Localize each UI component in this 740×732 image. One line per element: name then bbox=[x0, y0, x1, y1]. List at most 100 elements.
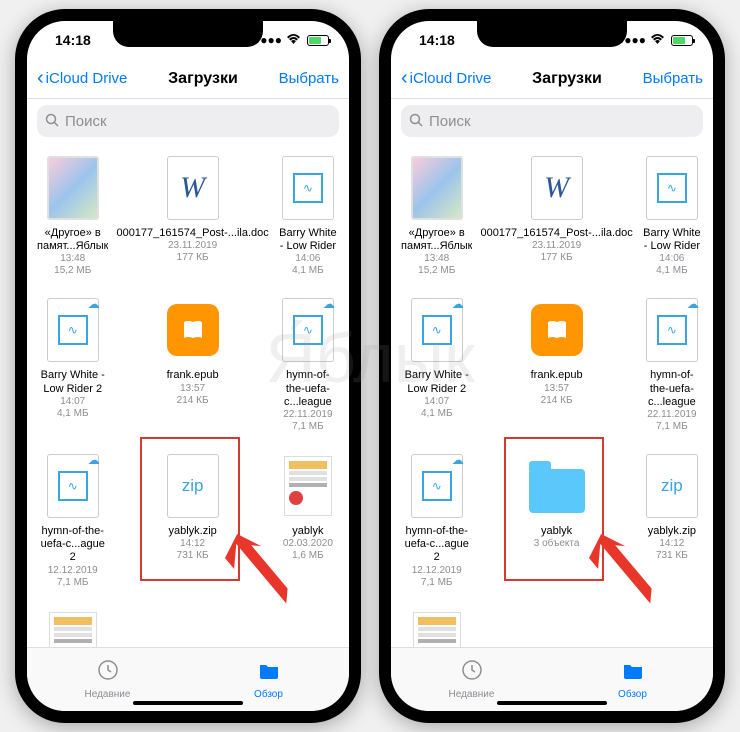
file-meta: 13:4815,2 МБ bbox=[54, 253, 91, 277]
file-item[interactable]: ∿☁︎hymn-of-the-uefa-c...ague 212.12.2019… bbox=[35, 445, 110, 595]
file-name: hymn-of-the-uefa-c...ague 2 bbox=[401, 525, 472, 565]
cloud-download-icon: ☁︎ bbox=[452, 297, 464, 311]
tab-recent-label: Недавние bbox=[449, 689, 495, 700]
file-item[interactable] bbox=[399, 601, 474, 648]
book-icon bbox=[531, 304, 583, 356]
back-button[interactable]: ‹ iCloud Drive bbox=[37, 67, 127, 90]
back-button[interactable]: ‹ iCloud Drive bbox=[401, 67, 491, 90]
tab-browse-label: Обзор bbox=[254, 689, 283, 700]
file-meta: 14:12731 КБ bbox=[656, 538, 688, 562]
back-label: iCloud Drive bbox=[410, 70, 492, 87]
zip-file-icon: zip bbox=[167, 454, 219, 518]
file-name: «Другое» в памят...Яблык bbox=[401, 227, 472, 253]
file-item[interactable]: ∿☁︎ hymn-of-the-uefa-c...league22.11.2019… bbox=[639, 289, 705, 439]
file-item[interactable]: ∿☁︎hymn-of-the-uefa-c...league22.11.2019… bbox=[275, 289, 341, 439]
file-meta: 12.12.20197,1 МБ bbox=[412, 565, 462, 589]
file-meta: 02.03.20201,6 МБ bbox=[283, 538, 333, 562]
image-thumb-icon bbox=[47, 156, 99, 220]
file-item[interactable]: frank.epub13:57214 КБ bbox=[478, 289, 634, 439]
status-time: 14:18 bbox=[419, 32, 455, 48]
file-item[interactable]: yablyk02.03.20201,6 МБ bbox=[275, 445, 341, 595]
file-meta: 12.12.20197,1 МБ bbox=[48, 565, 98, 589]
wifi-icon bbox=[650, 33, 665, 47]
file-item[interactable]: ∿Barry White - Low Rider14:064,1 МБ bbox=[275, 147, 341, 283]
wifi-icon bbox=[286, 33, 301, 47]
file-meta: 14:074,1 МБ bbox=[421, 396, 453, 420]
file-name: Barry White - Low Rider bbox=[641, 227, 703, 253]
search-input[interactable]: Поиск bbox=[401, 105, 703, 137]
search-icon bbox=[45, 113, 59, 130]
file-meta: 23.11.2019177 КБ bbox=[532, 240, 581, 264]
nav-bar: ‹ iCloud Drive Загрузки Выбрать bbox=[27, 59, 349, 99]
folder-icon bbox=[529, 469, 585, 513]
home-indicator[interactable] bbox=[133, 701, 243, 705]
clock-icon bbox=[97, 659, 119, 687]
cloud-download-icon: ☁︎ bbox=[88, 453, 100, 467]
file-meta: 23.11.2019177 КБ bbox=[168, 240, 217, 264]
file-item[interactable]: frank.epub13:57214 КБ bbox=[114, 289, 270, 439]
cloud-download-icon: ☁︎ bbox=[452, 453, 464, 467]
file-item[interactable]: ∿☁︎Barry White - Low Rider 214:074,1 МБ bbox=[399, 289, 474, 439]
cloud-download-icon: ☁︎ bbox=[323, 297, 335, 311]
file-name: yablyk.zip bbox=[641, 525, 703, 538]
battery-icon bbox=[671, 35, 693, 46]
notch bbox=[113, 21, 263, 47]
zip-file-icon: zip bbox=[646, 454, 698, 518]
file-item[interactable]: W 000177_161574_Post-...ila.doc23.11.2019… bbox=[478, 147, 634, 283]
cloud-download-icon: ☁︎ bbox=[687, 297, 699, 311]
search-placeholder: Поиск bbox=[429, 113, 471, 130]
notch bbox=[477, 21, 627, 47]
chevron-left-icon: ‹ bbox=[37, 67, 44, 90]
cloud-download-icon: ☁︎ bbox=[88, 297, 100, 311]
file-item[interactable]: zip yablyk.zip14:12731 КБ bbox=[114, 445, 270, 595]
pdf-thumb-icon bbox=[284, 456, 332, 516]
file-meta: 14:12731 КБ bbox=[177, 538, 209, 562]
word-doc-icon: W bbox=[531, 156, 583, 220]
file-item[interactable]: zip yablyk.zip14:12731 КБ bbox=[639, 445, 705, 595]
tab-browse-label: Обзор bbox=[618, 689, 647, 700]
status-indicators: ●●●● bbox=[617, 33, 693, 47]
file-name: 000177_161574_Post-...ila.doc bbox=[116, 227, 268, 240]
file-name: hymn-of-the-uefa-c...league bbox=[641, 369, 703, 409]
select-button[interactable]: Выбрать bbox=[279, 70, 339, 87]
file-meta: 14:064,1 МБ bbox=[292, 253, 324, 277]
file-name: Barry White - Low Rider 2 bbox=[37, 369, 108, 395]
tab-recent-label: Недавние bbox=[85, 689, 131, 700]
file-meta: 13:57214 КБ bbox=[177, 383, 209, 407]
file-item[interactable]: ∿ Barry White - Low Rider14:064,1 МБ bbox=[639, 147, 705, 283]
audio-file-icon: ∿☁︎ bbox=[282, 298, 334, 362]
pdf-thumb-icon bbox=[413, 612, 461, 648]
phone-right: 14:18 ●●●● ‹ iCloud Drive Загрузки Выбра… bbox=[379, 9, 725, 723]
audio-file-icon: ∿ bbox=[282, 156, 334, 220]
folder-icon bbox=[622, 659, 644, 687]
search-input[interactable]: Поиск bbox=[37, 105, 339, 137]
audio-file-icon: ∿ bbox=[646, 156, 698, 220]
file-item[interactable]: «Другое» в памят...Яблык13:4815,2 МБ bbox=[35, 147, 110, 283]
clock-icon bbox=[461, 659, 483, 687]
file-meta: 14:064,1 МБ bbox=[656, 253, 688, 277]
battery-icon bbox=[307, 35, 329, 46]
file-meta: 22.11.20197,1 МБ bbox=[283, 409, 332, 433]
file-name: 000177_161574_Post-...ila.doc bbox=[480, 227, 632, 240]
file-item[interactable]: yablyk3 объекта bbox=[478, 445, 634, 595]
chevron-left-icon: ‹ bbox=[401, 67, 408, 90]
search-placeholder: Поиск bbox=[65, 113, 107, 130]
file-item[interactable]: W 000177_161574_Post-...ila.doc23.11.2019… bbox=[114, 147, 270, 283]
file-item[interactable]: ∿☁︎Barry White - Low Rider 214:074,1 МБ bbox=[35, 289, 110, 439]
audio-file-icon: ∿☁︎ bbox=[411, 454, 463, 518]
word-doc-icon: W bbox=[167, 156, 219, 220]
file-item[interactable]: «Другое» в памят...Яблык13:4815,2 МБ bbox=[399, 147, 474, 283]
file-name: yablyk.zip bbox=[116, 525, 268, 538]
select-button[interactable]: Выбрать bbox=[643, 70, 703, 87]
home-indicator[interactable] bbox=[497, 701, 607, 705]
audio-file-icon: ∿☁︎ bbox=[646, 298, 698, 362]
audio-file-icon: ∿☁︎ bbox=[411, 298, 463, 362]
file-item[interactable] bbox=[35, 601, 110, 648]
file-name: «Другое» в памят...Яблык bbox=[37, 227, 108, 253]
folder-icon bbox=[258, 659, 280, 687]
file-name: frank.epub bbox=[480, 369, 632, 382]
file-meta: 22.11.20197,1 МБ bbox=[647, 409, 696, 433]
file-name: yablyk bbox=[277, 525, 339, 538]
pdf-thumb-icon bbox=[49, 612, 97, 648]
file-item[interactable]: ∿☁︎ hymn-of-the-uefa-c...ague 212.12.2019… bbox=[399, 445, 474, 595]
